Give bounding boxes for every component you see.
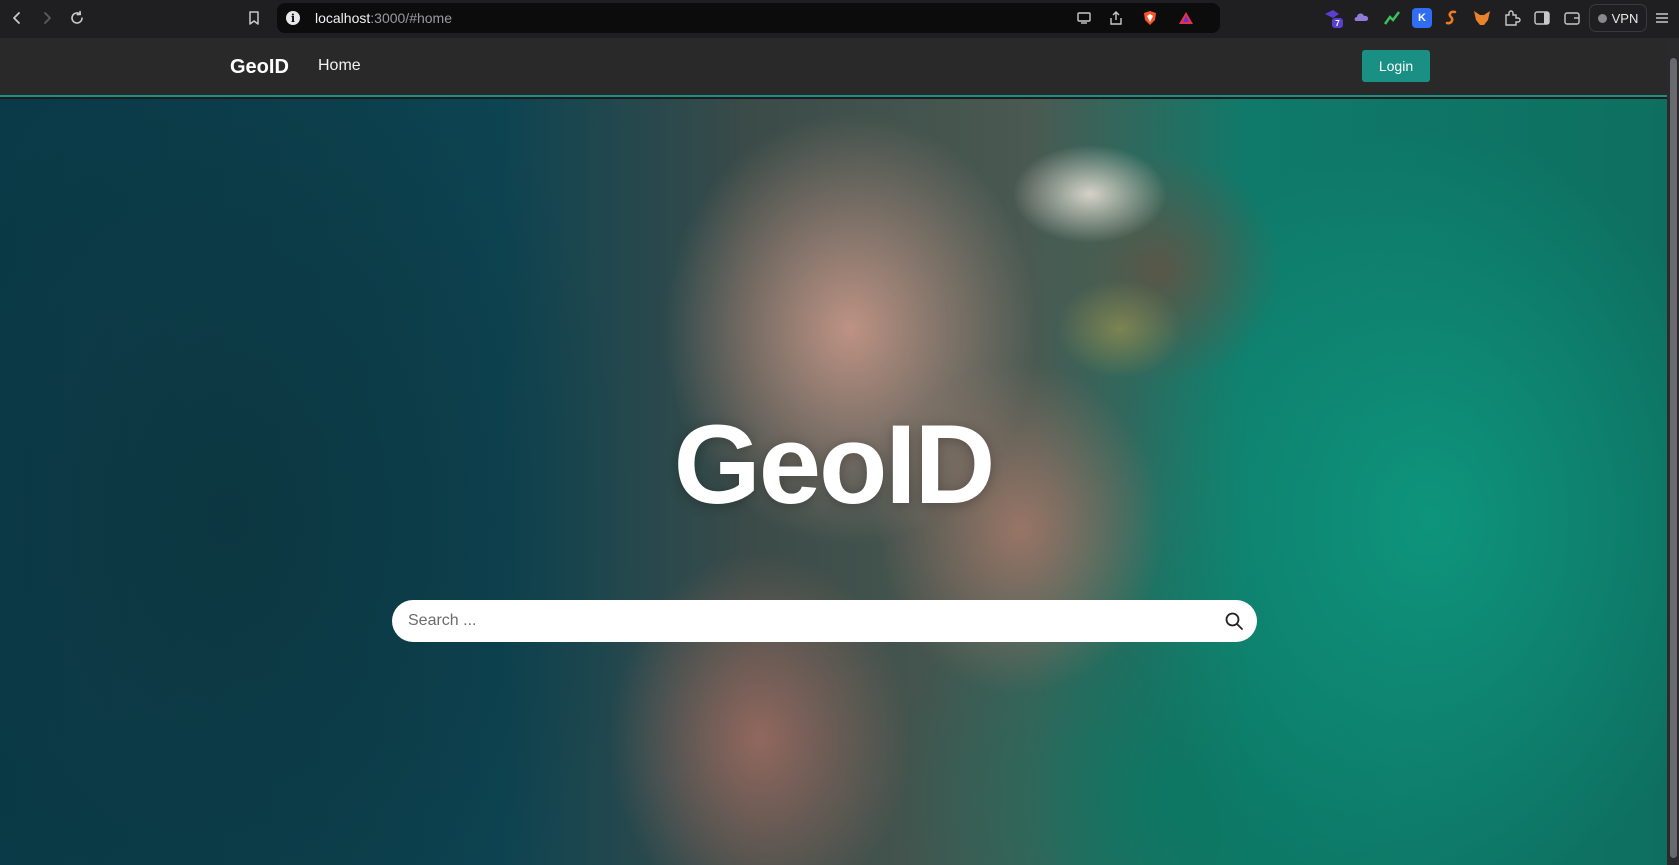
browser-toolbar: i localhost:3000/#home 7 K VPN (0, 0, 1679, 38)
url-host: localhost (315, 10, 371, 26)
hero-section: GeoID (0, 99, 1667, 865)
brave-shields-icon[interactable] (1142, 10, 1158, 26)
top-navbar: GeoID Home Login (0, 38, 1667, 97)
chart-extension-icon[interactable] (1382, 8, 1402, 28)
login-button[interactable]: Login (1362, 50, 1430, 82)
wallet-icon[interactable] (1562, 8, 1582, 28)
menu-icon[interactable] (1652, 8, 1672, 28)
share-icon[interactable] (1108, 10, 1124, 26)
extension-badge-count: 7 (1335, 19, 1340, 28)
site-info-icon[interactable]: i (286, 11, 300, 25)
scrollbar-thumb[interactable] (1670, 58, 1677, 858)
s-extension-icon[interactable] (1442, 8, 1462, 28)
search-icon[interactable] (1224, 611, 1244, 631)
k-extension-label: K (1418, 12, 1426, 24)
bookmark-icon[interactable] (243, 7, 265, 29)
cloud-extension-icon[interactable] (1352, 8, 1372, 28)
vpn-status-icon (1597, 13, 1607, 23)
back-icon[interactable] (6, 7, 28, 29)
forward-icon[interactable] (36, 7, 58, 29)
brave-rewards-icon[interactable] (1178, 10, 1194, 26)
hero-title: GeoID (673, 402, 996, 527)
sidebar-toggle-icon[interactable] (1532, 8, 1552, 28)
cast-icon[interactable] (1076, 10, 1092, 26)
url-path: :3000/#home (370, 10, 452, 26)
search-input[interactable] (408, 600, 1208, 642)
address-bar[interactable]: i localhost:3000/#home (277, 3, 1220, 33)
reload-icon[interactable] (66, 7, 88, 29)
vpn-button[interactable]: VPN (1589, 4, 1647, 32)
brand-logo[interactable]: GeoID (230, 56, 289, 79)
vpn-label: VPN (1611, 10, 1639, 26)
web-page: GeoID Home Login GeoID (0, 38, 1667, 865)
extension-badge-icon[interactable]: 7 (1323, 8, 1343, 28)
search-bar (392, 600, 1257, 642)
url-text[interactable]: localhost:3000/#home (315, 10, 452, 26)
k-extension-icon[interactable]: K (1412, 8, 1432, 28)
extensions-puzzle-icon[interactable] (1502, 8, 1522, 28)
metamask-fox-icon[interactable] (1472, 8, 1492, 28)
nav-link-home[interactable]: Home (318, 57, 361, 75)
